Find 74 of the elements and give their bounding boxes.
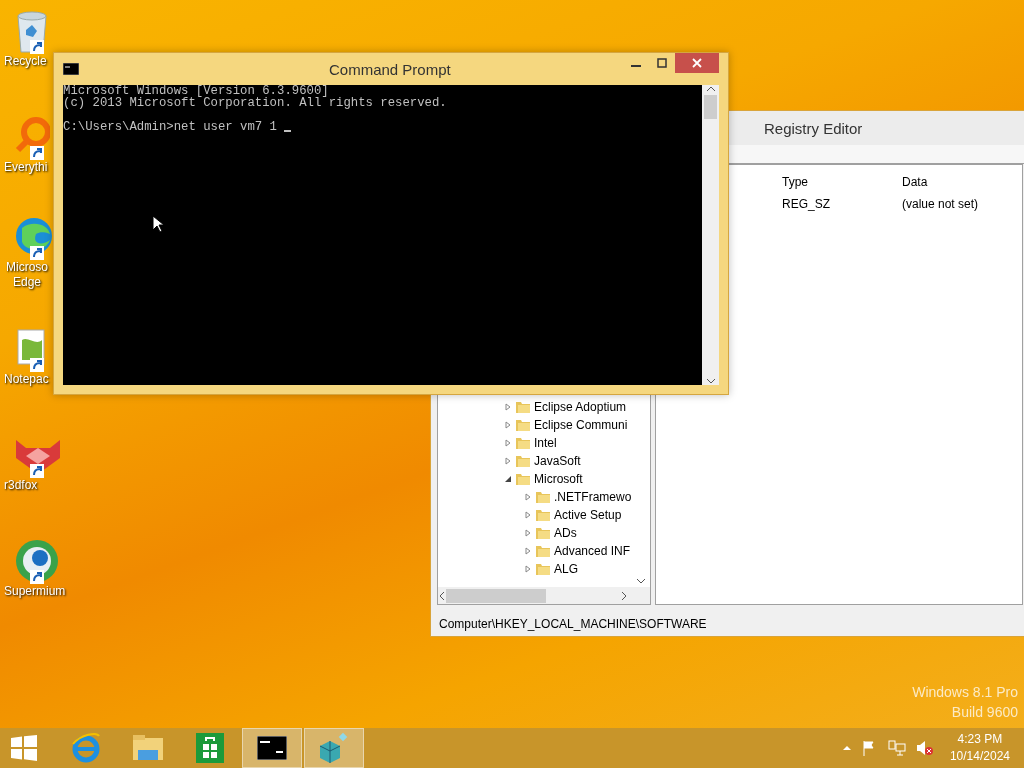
cubes-icon [318,732,350,764]
window-title: Registry Editor [764,119,863,137]
tree-item[interactable]: ADs [554,526,577,540]
taskbar-button[interactable] [242,728,302,768]
os-watermark: Build 9600 [951,704,1018,720]
folder-icon [515,472,531,486]
tree-item[interactable]: Eclipse Adoptium [534,400,627,414]
folder-icon [535,544,551,558]
maximize-icon [657,58,667,68]
scroll-down-icon[interactable] [705,377,716,385]
collapsed-arrow-icon[interactable] [504,421,512,429]
table-cell-text: REG_SZ [782,197,831,211]
network-icon[interactable] [887,740,906,756]
console-icon [257,736,287,760]
collapsed-arrow-icon[interactable] [524,493,532,501]
os-watermark: Windows 8.1 Pro [912,684,1018,700]
shortcut-arrow-icon [30,464,44,478]
folder-icon [535,490,551,504]
folder-icon [535,526,551,540]
chevron-up-icon[interactable] [841,745,852,751]
folder-icon [132,734,164,762]
shopping-bag-icon [196,733,224,763]
windows-logo-icon [11,735,37,761]
expanded-arrow-icon[interactable] [504,475,512,483]
column-header[interactable]: Data [902,175,1022,189]
collapsed-arrow-icon[interactable] [504,457,512,465]
console-line: (c) 2013 Microsoft Corporation. All rights reserved. [63,97,448,109]
mouse-pointer-icon [152,215,164,233]
collapsed-arrow-icon[interactable] [504,439,512,447]
shortcut-arrow-icon [30,40,44,54]
window-title: Command Prompt [329,60,451,78]
shortcut-arrow-icon [30,358,44,372]
scroll-left-icon[interactable] [438,590,446,601]
tree-item[interactable]: Active Setup [554,508,622,522]
vertical-scrollbar[interactable] [702,85,719,385]
text-cursor [284,130,291,132]
console-icon [63,63,79,75]
collapsed-arrow-icon[interactable] [524,565,532,573]
shortcut-arrow-icon [30,246,44,260]
scrollbar-thumb[interactable] [704,95,717,119]
collapsed-arrow-icon[interactable] [524,529,532,537]
folder-icon [535,508,551,522]
horizontal-scrollbar[interactable] [438,587,650,604]
scroll-down-icon[interactable] [636,577,646,585]
tree-item[interactable]: Microsoft [534,472,583,486]
close-button[interactable] [675,53,719,73]
folder-icon [535,562,551,576]
console-line: Microsoft Windows [Version 6.3.9600] [63,85,330,97]
globe-icon [14,538,60,584]
collapsed-arrow-icon[interactable] [524,547,532,555]
folder-icon [515,400,531,414]
e-logo-icon [70,732,102,764]
tree-item[interactable]: Eclipse Communi [534,418,628,432]
scroll-right-icon[interactable] [620,590,628,601]
muted-speaker-icon[interactable] [915,740,934,756]
tree-item[interactable]: ALG [554,562,578,576]
tree-item[interactable]: Advanced INF [554,544,631,558]
tree-item[interactable]: Intel [534,436,557,450]
tree-item[interactable]: JavaSoft [534,454,581,468]
folder-icon [515,454,531,468]
minimize-icon [631,65,641,67]
shortcut-arrow-icon [30,146,44,160]
collapsed-arrow-icon[interactable] [504,403,512,411]
close-icon [692,58,702,68]
tree-item[interactable]: .NETFramewo [554,490,632,504]
table-cell-text: (value not set) [902,197,980,211]
shortcut-arrow-icon [30,570,44,584]
scrollbar-thumb[interactable] [446,588,546,603]
scroll-up-icon[interactable] [705,85,716,93]
command-line: C:\Users\Admin>net user vm7 1 [63,121,277,133]
folder-icon [515,418,531,432]
folder-icon [515,436,531,450]
collapsed-arrow-icon[interactable] [524,511,532,519]
column-header[interactable]: Type [782,175,902,189]
